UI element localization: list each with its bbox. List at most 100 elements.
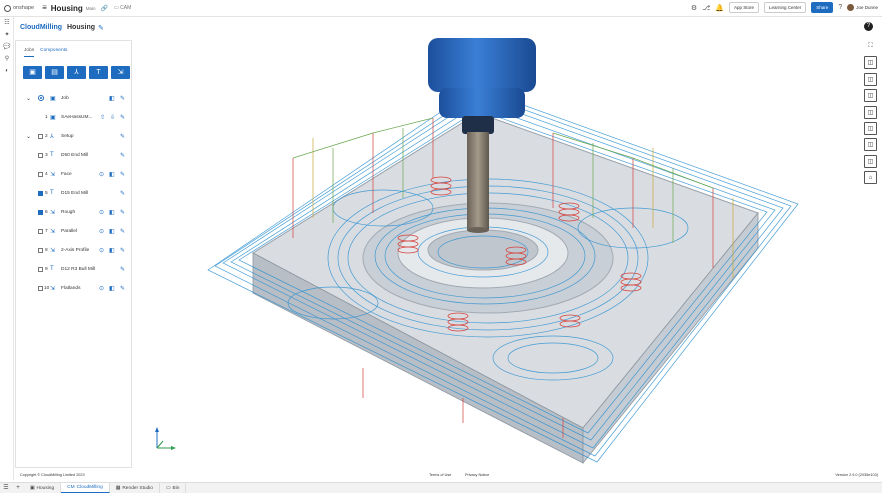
chevron-down-icon[interactable]: ⌄ (26, 133, 31, 140)
visibility-checkbox[interactable] (38, 266, 43, 272)
tree-row-setup[interactable]: ⌄ 2 ⅄ Setup ✎ (16, 130, 131, 142)
tree-number: 3 (45, 152, 48, 158)
insert-icon[interactable]: ✦ (0, 29, 14, 41)
view-cube-front-icon[interactable]: ◫ (864, 72, 877, 86)
footer: Copyright © CloudMilling Limited 2023 Te… (15, 470, 882, 480)
add-tab-icon[interactable]: + (12, 483, 24, 493)
edit-icon[interactable]: ✎ (120, 114, 125, 121)
chevron-down-icon[interactable]: ⌄ (26, 95, 31, 102)
folder-breadcrumb[interactable]: ▭ CAM (114, 5, 131, 11)
visibility-checkbox-checked[interactable] (38, 209, 43, 215)
tab-manager-icon[interactable]: ☰ (0, 483, 12, 493)
visibility-checkbox[interactable] (38, 228, 43, 234)
simulate-icon[interactable]: ⊙ (99, 285, 104, 292)
simulate-icon[interactable]: ⊙ (99, 171, 104, 178)
simulate-icon[interactable]: ⊙ (99, 247, 104, 254)
toolpath-icon[interactable]: ⇲ (111, 66, 130, 79)
fullscreen-icon[interactable]: ⛶ (864, 40, 877, 53)
tab-bin[interactable]: ▭ Bin (160, 483, 187, 493)
tool-icon[interactable]: T (89, 66, 108, 79)
visibility-checkbox[interactable] (38, 133, 43, 139)
panel-tabs: Jobs Components (24, 48, 131, 57)
hamburger-menu-icon[interactable]: ≡ (42, 4, 47, 12)
job-active-icon[interactable] (38, 95, 44, 101)
tree-row-stock[interactable]: 1 ▣ SAeHassUM... ⇧ ⇩ ✎ (16, 111, 131, 123)
tab-render-studio[interactable]: ▦ Render Studio (110, 483, 160, 493)
tab-housing[interactable]: ▣ Housing (24, 483, 62, 493)
edit-icon[interactable]: ✎ (120, 171, 125, 178)
view-icon[interactable]: ◧ (109, 171, 115, 178)
tree-row-job[interactable]: ⌄ ▣ Job ◧ ✎ (16, 92, 131, 104)
visibility-checkbox[interactable] (38, 247, 43, 253)
tab-jobs[interactable]: Jobs (24, 48, 35, 57)
visibility-checkbox-checked[interactable] (38, 190, 43, 196)
view-icon[interactable]: ◧ (109, 285, 115, 292)
edit-icon[interactable]: ✎ (120, 209, 125, 216)
view-cube-right-icon[interactable]: ◫ (864, 105, 877, 119)
simulate-icon[interactable]: ⊙ (99, 228, 104, 235)
comments-icon[interactable]: 💬 (0, 41, 14, 53)
view-cube-bottom-icon[interactable]: ◫ (864, 154, 877, 168)
link-icon[interactable]: 🔗 (101, 5, 108, 12)
tab-cloudmilling[interactable]: CM CloudMilling (61, 483, 110, 493)
tree-row-operation[interactable]: 7 ⇲ Parallel ⊙ ◧ ✎ (16, 225, 131, 237)
document-title[interactable]: Housing (51, 4, 83, 13)
view-cube-left-icon[interactable]: ◫ (864, 138, 877, 152)
visibility-checkbox[interactable] (38, 285, 43, 291)
download-icon[interactable]: ⇩ (110, 114, 115, 121)
toolpath-render[interactable] (133, 38, 855, 468)
visibility-checkbox[interactable] (38, 152, 43, 158)
terms-link[interactable]: Terms of Use (429, 473, 451, 477)
edit-icon[interactable]: ✎ (120, 266, 125, 273)
edit-icon[interactable]: ✎ (120, 152, 125, 159)
learning-center-button[interactable]: Learning Center (764, 2, 807, 13)
tree-row-tool[interactable]: 5 T D15 End Mill ✎ (16, 187, 131, 199)
setup-axes-icon: ⅄ (50, 133, 54, 140)
edit-icon[interactable]: ✎ (120, 95, 125, 102)
view-icon[interactable]: ◧ (109, 209, 115, 216)
onshape-logo[interactable]: onshape (4, 4, 34, 12)
settings-icon[interactable]: ⚙ (691, 4, 697, 12)
home-view-icon[interactable]: ⌂ (864, 171, 877, 185)
view-icon[interactable]: ◧ (109, 95, 115, 102)
view-cube-iso-icon[interactable]: ◫ (864, 56, 877, 70)
tree-label: Face (61, 171, 72, 177)
notifications-icon[interactable]: 🔔 (715, 4, 724, 12)
view-cube-top-icon[interactable]: ◫ (864, 89, 877, 103)
save-icon[interactable]: ▤ (45, 66, 64, 79)
tree-row-tool[interactable]: 3 T D50 End Mill ✎ (16, 149, 131, 161)
appearance-icon[interactable]: ◐ (0, 65, 14, 77)
app-store-button[interactable]: App Store (729, 2, 760, 13)
branch-label[interactable]: Main (86, 6, 96, 11)
tree-row-operation[interactable]: 4 ⇲ Face ⊙ ◧ ✎ (16, 168, 131, 180)
info-icon[interactable]: ? (864, 22, 873, 31)
tree-row-operation[interactable]: 6 ⇲ Rough ⊙ ◧ ✎ (16, 206, 131, 218)
view-icon[interactable]: ◧ (109, 228, 115, 235)
measure-icon[interactable]: ⚲ (0, 53, 14, 65)
tree-row-operation[interactable]: 8 ⇲ 2-Axis Profile ⊙ ◧ ✎ (16, 244, 131, 256)
upload-icon[interactable]: ⇧ (100, 114, 105, 121)
edit-icon[interactable]: ✎ (120, 133, 125, 140)
tab-components[interactable]: Components (40, 48, 67, 57)
help-icon[interactable]: ? (838, 4, 842, 11)
feature-list-icon[interactable]: ☷ (0, 17, 14, 29)
privacy-link[interactable]: Privacy Notice (465, 473, 489, 477)
versions-icon[interactable]: ⎇ (702, 4, 710, 12)
toolpath-icon: ⇲ (50, 228, 56, 235)
edit-document-icon[interactable]: ✎ (98, 24, 104, 32)
view-cube-back-icon[interactable]: ◫ (864, 121, 877, 135)
view-icon[interactable]: ◧ (109, 247, 115, 254)
3d-viewport[interactable] (133, 38, 855, 468)
visibility-checkbox[interactable] (38, 171, 43, 177)
edit-icon[interactable]: ✎ (120, 228, 125, 235)
edit-icon[interactable]: ✎ (120, 190, 125, 197)
open-folder-icon[interactable]: ▣ (23, 66, 42, 79)
edit-icon[interactable]: ✎ (120, 285, 125, 292)
tree-row-operation[interactable]: 10 ⇲ Flatlands ⊙ ◧ ✎ (16, 282, 131, 294)
user-menu[interactable]: Joe Dunne (847, 4, 878, 11)
share-button[interactable]: Share (811, 2, 834, 13)
tree-row-tool[interactable]: 9 T D12 R3 Bull Mill ✎ (16, 263, 131, 275)
simulate-icon[interactable]: ⊙ (99, 209, 104, 216)
edit-icon[interactable]: ✎ (120, 247, 125, 254)
setup-axes-icon[interactable]: ⅄ (67, 66, 86, 79)
